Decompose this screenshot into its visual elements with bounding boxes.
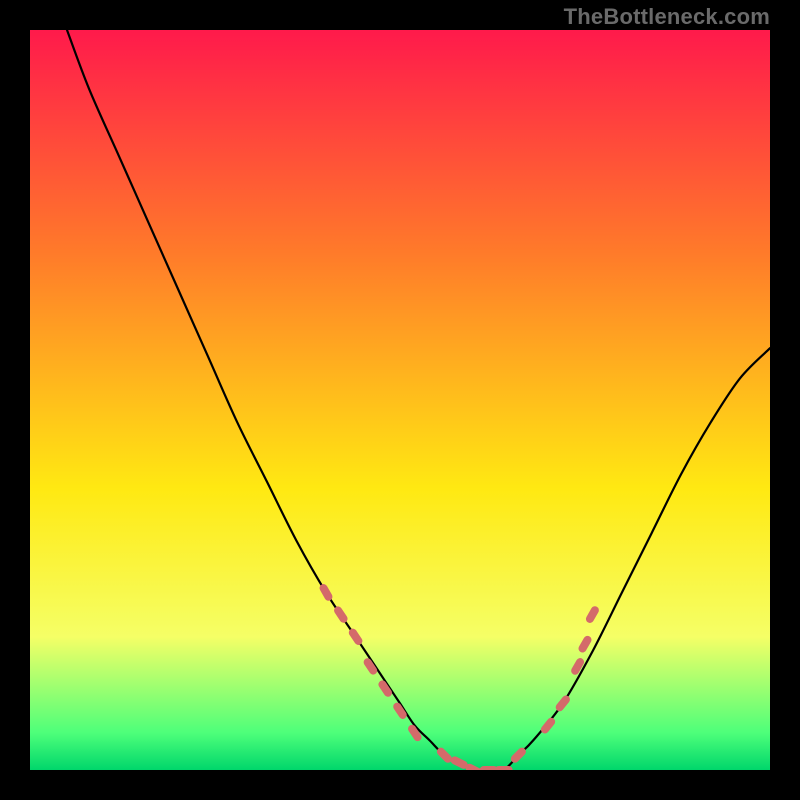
marker-point xyxy=(318,583,334,603)
marker-point xyxy=(539,716,556,735)
curve-layer xyxy=(30,30,770,770)
marker-point xyxy=(554,694,571,713)
marker-point xyxy=(584,605,600,625)
marker-point xyxy=(495,766,513,770)
chart-frame: TheBottleneck.com xyxy=(0,0,800,800)
plot-area xyxy=(30,30,770,770)
marker-point xyxy=(577,634,593,654)
watermark-text: TheBottleneck.com xyxy=(564,4,770,30)
highlighted-points xyxy=(318,583,600,770)
bottleneck-curve xyxy=(67,30,770,770)
marker-point xyxy=(570,657,586,677)
